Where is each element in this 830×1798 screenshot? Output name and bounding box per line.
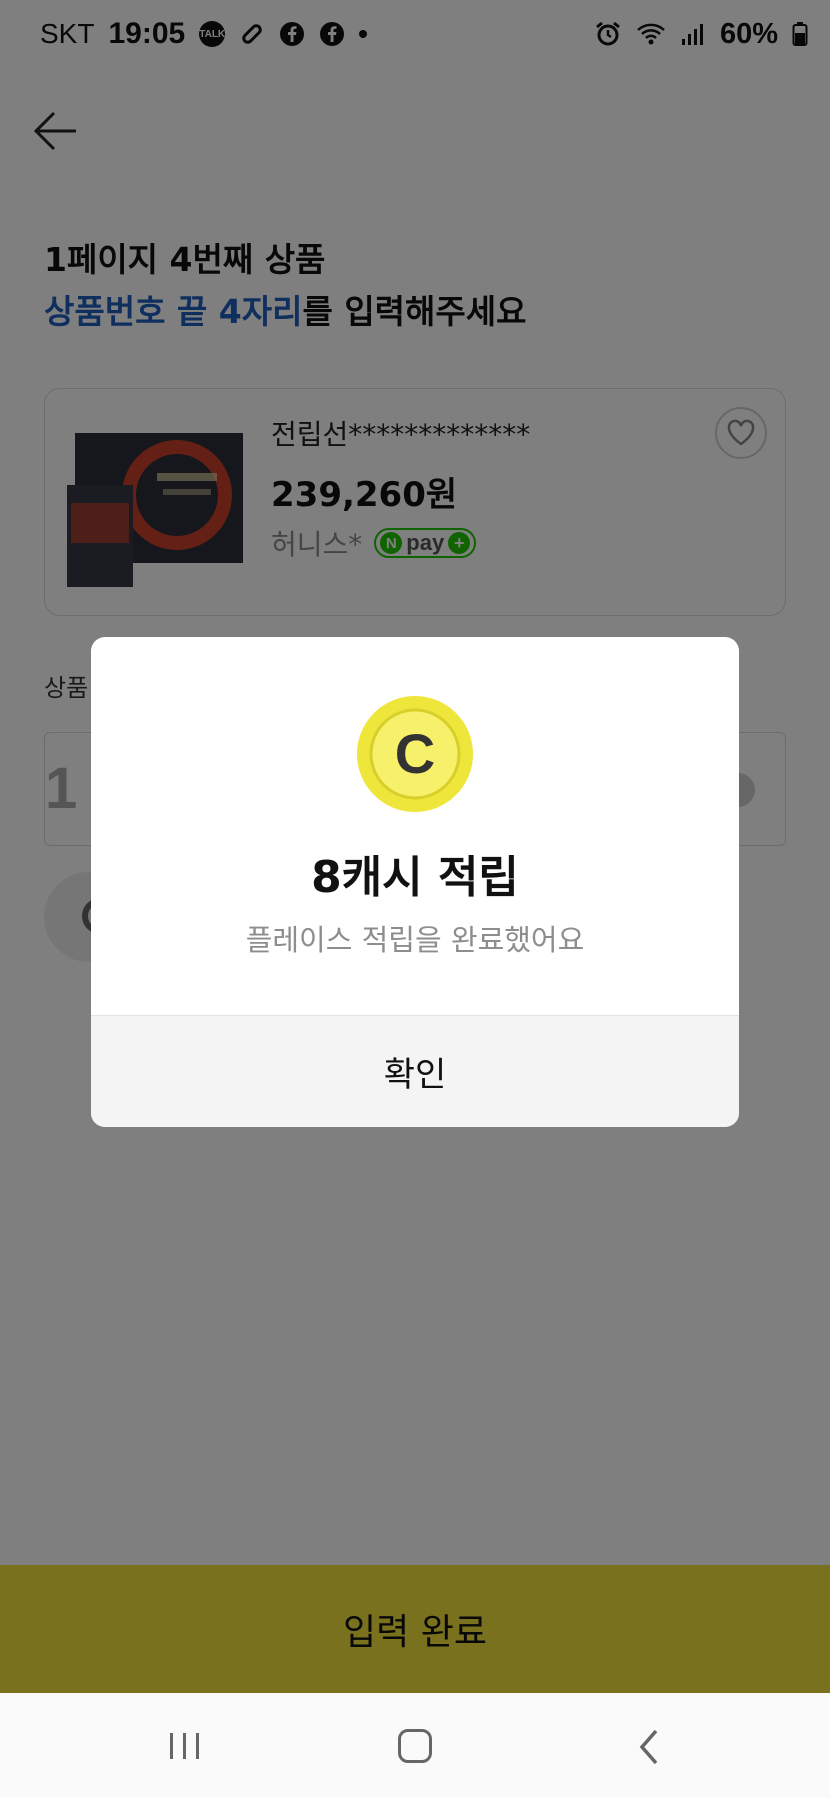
coin-letter: C bbox=[395, 722, 435, 785]
coin-icon: C bbox=[357, 696, 473, 812]
home-icon[interactable] bbox=[398, 1729, 432, 1763]
cash-reward-dialog: C 8캐시 적립 플레이스 적립을 완료했어요 확인 bbox=[91, 637, 739, 1127]
confirm-button[interactable]: 확인 bbox=[91, 1015, 739, 1127]
dialog-message: 플레이스 적립을 완료했어요 bbox=[245, 923, 585, 957]
system-nav-bar bbox=[0, 1693, 830, 1798]
recent-apps-icon[interactable] bbox=[168, 1731, 202, 1761]
nav-back-icon[interactable] bbox=[634, 1727, 664, 1767]
dialog-title: 8캐시 적립 bbox=[311, 852, 519, 903]
